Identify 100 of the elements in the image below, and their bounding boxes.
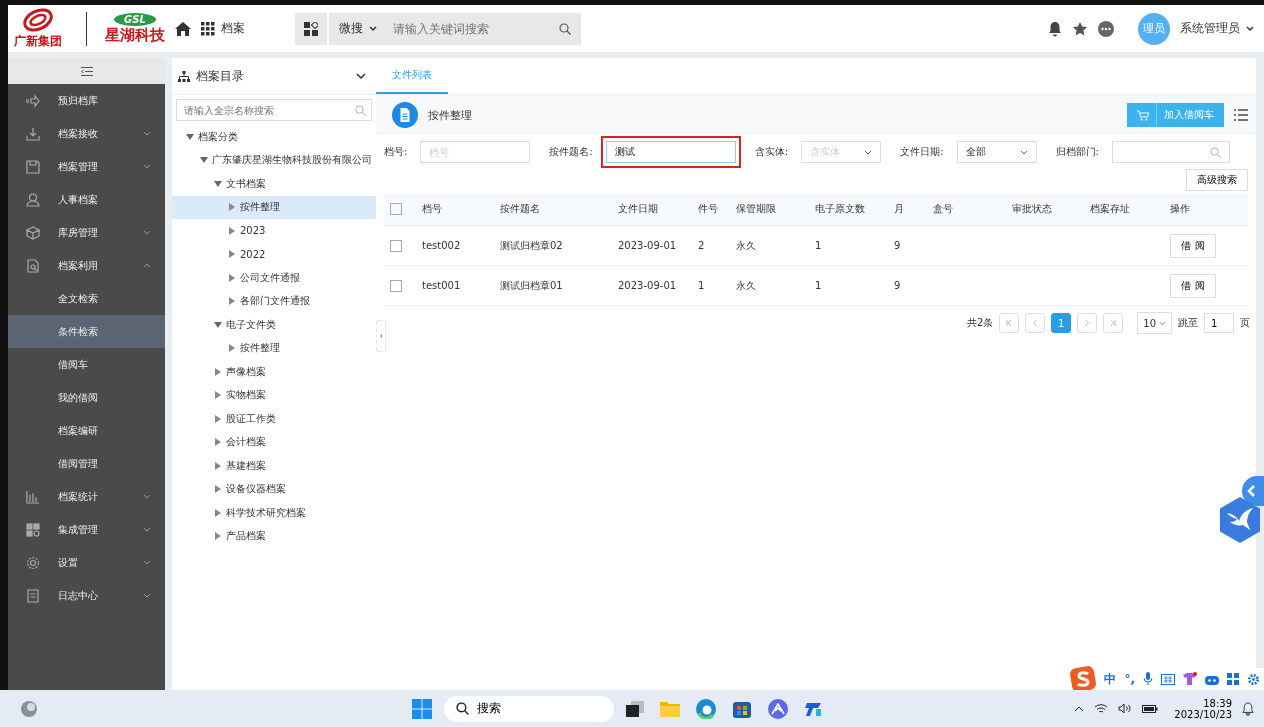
triangle-right-icon[interactable] xyxy=(229,226,235,235)
sidebar-item[interactable]: 档案编研 xyxy=(8,414,165,447)
borrow-button[interactable]: 借 阅 xyxy=(1170,233,1216,258)
triangle-right-icon[interactable] xyxy=(215,508,221,517)
triangle-down-icon[interactable] xyxy=(186,133,194,140)
battery-icon[interactable] xyxy=(1142,703,1159,714)
triangle-right-icon[interactable] xyxy=(215,485,221,494)
taskbar-search[interactable]: 搜索 xyxy=(444,695,614,722)
user-name[interactable]: 系统管理员 xyxy=(1180,20,1240,37)
notification-bell-icon[interactable] xyxy=(1242,701,1254,716)
triangle-right-icon[interactable] xyxy=(215,391,221,400)
ime-toggle[interactable]: 中 xyxy=(1104,670,1117,688)
collapse-menu-icon[interactable] xyxy=(80,66,93,76)
checkbox[interactable] xyxy=(390,279,402,292)
robot-icon[interactable] xyxy=(1205,673,1219,685)
tree-node[interactable]: 产品档案 xyxy=(172,524,376,548)
checkbox[interactable] xyxy=(390,203,402,215)
tree-node[interactable]: 2022 xyxy=(172,242,376,266)
tree-search-field[interactable]: 请输入全宗名称搜索 xyxy=(176,99,372,121)
tree-node[interactable]: 2023 xyxy=(172,219,376,243)
triangle-right-icon[interactable] xyxy=(215,438,221,447)
home-icon[interactable] xyxy=(175,21,191,36)
sidebar-item[interactable]: 全文检索 xyxy=(8,282,165,315)
clock-date[interactable]: 2023/10/23 xyxy=(1174,708,1232,720)
tree-node[interactable]: 按件整理 xyxy=(172,336,376,360)
browser-icon[interactable] xyxy=(696,698,716,719)
chevron-down-icon[interactable] xyxy=(356,73,366,79)
triangle-right-icon[interactable] xyxy=(229,203,235,212)
page-size-select[interactable]: 10 xyxy=(1137,312,1172,334)
widget-icon[interactable] xyxy=(295,12,327,45)
app-icon[interactable] xyxy=(768,698,788,719)
sidebar-item[interactable]: 档案管理 xyxy=(8,150,165,183)
tree-node[interactable]: 广东肇庆星湖生物科技股份有限公司 xyxy=(172,148,376,172)
sidebar-item[interactable]: 集成管理 xyxy=(8,513,165,546)
search-field[interactable] xyxy=(1111,141,1230,163)
triangle-right-icon[interactable] xyxy=(215,414,221,423)
page-input[interactable]: 1 xyxy=(1204,313,1234,333)
checkbox[interactable] xyxy=(390,239,402,252)
search-icon[interactable] xyxy=(355,104,366,116)
search-scope-dropdown[interactable]: 微搜 xyxy=(329,12,381,45)
weather-icon[interactable] xyxy=(20,699,38,718)
task-view-icon[interactable] xyxy=(626,700,644,717)
bird-hexagon-icon[interactable] xyxy=(1218,496,1262,544)
settings-icon[interactable] xyxy=(1247,672,1260,686)
triangle-right-icon[interactable] xyxy=(229,250,235,259)
sidebar-item[interactable]: 人事档案 xyxy=(8,183,165,216)
search-icon[interactable] xyxy=(559,22,571,35)
keyboard-icon[interactable] xyxy=(1161,673,1175,685)
tree-node[interactable]: 科学技术研究档案 xyxy=(172,501,376,525)
triangle-right-icon[interactable] xyxy=(229,344,235,353)
tree-node[interactable]: 会计档案 xyxy=(172,430,376,454)
collapse-handle-icon[interactable] xyxy=(376,320,386,352)
tree-node[interactable]: 基建档案 xyxy=(172,454,376,478)
sidebar-item[interactable]: 我的借阅 xyxy=(8,381,165,414)
tree-node[interactable]: 按件整理 xyxy=(172,195,376,219)
triangle-right-icon[interactable] xyxy=(229,273,235,282)
apps-icon[interactable] xyxy=(1227,673,1239,685)
tree-node[interactable]: 各部门文件通报 xyxy=(172,289,376,313)
apps-grid-icon[interactable] xyxy=(201,21,215,36)
speaker-icon[interactable] xyxy=(1118,703,1133,714)
sidebar-item[interactable]: 借阅车 xyxy=(8,348,165,381)
tree-node[interactable]: 股证工作类 xyxy=(172,407,376,431)
text-field[interactable]: 测试 xyxy=(605,141,736,163)
caret-up-icon[interactable] xyxy=(1074,705,1085,712)
bell-icon[interactable] xyxy=(1048,20,1062,37)
sidebar-item[interactable]: 档案统计 xyxy=(8,480,165,513)
chevron-left-icon[interactable] xyxy=(1242,476,1264,506)
sidebar-item[interactable]: 设置 xyxy=(8,546,165,579)
s-logo-icon[interactable] xyxy=(1070,666,1097,692)
ime-toggle[interactable]: °, xyxy=(1124,672,1135,686)
nav-link[interactable]: 档案 xyxy=(221,20,245,37)
caret-icon[interactable] xyxy=(1246,25,1254,32)
shirt-icon[interactable] xyxy=(1183,672,1197,686)
triangle-right-icon[interactable] xyxy=(215,532,221,541)
star-icon[interactable] xyxy=(1072,20,1088,37)
select-field[interactable]: 全部 xyxy=(956,141,1037,163)
tree-node[interactable]: 声像档案 xyxy=(172,360,376,384)
sidebar-item[interactable]: 档案利用 xyxy=(8,249,165,282)
triangle-down-icon[interactable] xyxy=(214,180,222,187)
tree-node[interactable]: 电子文件类 xyxy=(172,313,376,337)
sidebar-item[interactable]: 借阅管理 xyxy=(8,447,165,480)
more-icon[interactable] xyxy=(1098,20,1114,37)
tree-node[interactable]: 设备仪器档案 xyxy=(172,477,376,501)
clock-time[interactable]: 18:39 xyxy=(1203,697,1232,709)
sidebar-item[interactable]: 库房管理 xyxy=(8,216,165,249)
triangle-right-icon[interactable] xyxy=(215,367,221,376)
tree-node[interactable]: 实物档案 xyxy=(172,383,376,407)
tree-node[interactable]: 公司文件通报 xyxy=(172,266,376,290)
tree-node[interactable]: 档案分类 xyxy=(172,125,376,149)
borrow-button[interactable]: 借 阅 xyxy=(1170,273,1216,298)
triangle-down-icon[interactable] xyxy=(200,157,208,164)
sidebar-item[interactable]: 档案接收 xyxy=(8,117,165,150)
microphone-icon[interactable] xyxy=(1143,672,1153,686)
list-icon[interactable] xyxy=(1234,109,1248,121)
triangle-right-icon[interactable] xyxy=(229,297,235,306)
sidebar-item[interactable]: 预归档库 xyxy=(8,84,165,117)
sidebar-item[interactable]: 条件检索 xyxy=(8,315,165,348)
triangle-right-icon[interactable] xyxy=(215,461,221,470)
search-input[interactable]: 请输入关键词搜索 xyxy=(391,20,559,37)
windows-start-icon[interactable] xyxy=(412,698,432,719)
